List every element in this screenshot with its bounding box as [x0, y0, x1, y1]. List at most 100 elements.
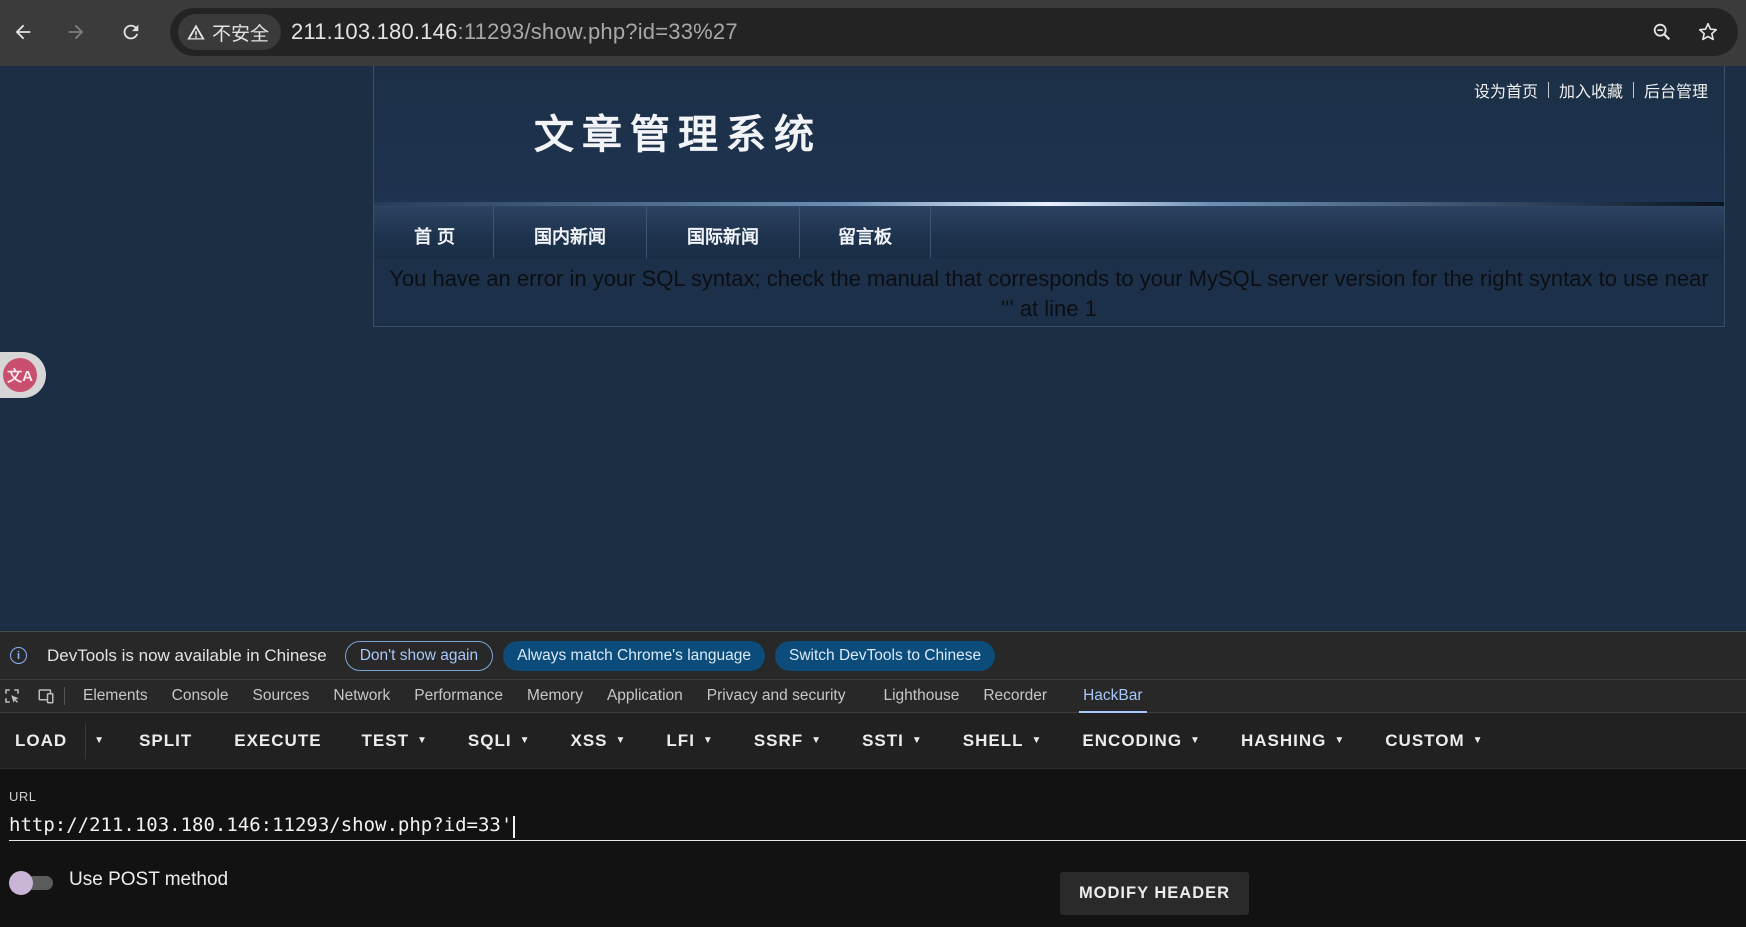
devtools-infobar: i DevTools is now available in Chinese D… — [0, 631, 1746, 679]
always-match-language-button[interactable]: Always match Chrome's language — [503, 640, 765, 671]
tab-performance[interactable]: Performance — [402, 679, 515, 713]
tab-lighthouse[interactable]: Lighthouse — [871, 679, 971, 713]
link-divider — [1547, 82, 1549, 98]
zoom-button[interactable] — [1646, 16, 1678, 48]
tab-memory[interactable]: Memory — [515, 679, 595, 713]
url-path: :11293/show.php?id=33%27 — [457, 19, 738, 44]
translate-icon: 文A — [3, 358, 37, 392]
use-post-label: Use POST method — [69, 869, 229, 890]
caret-down-icon: ▼ — [1472, 735, 1484, 746]
infobar-message: DevTools is now available in Chinese — [47, 645, 327, 665]
menu-label: HASHING — [1240, 730, 1327, 750]
menu-label: SSRF — [753, 730, 804, 750]
url-host: 211.103.180.146 — [291, 19, 458, 44]
site-header: 文章管理系统 设为首页 加入收藏 后台管理 — [374, 66, 1724, 206]
menu-label: TEST — [361, 730, 409, 750]
star-icon — [1698, 22, 1718, 41]
dont-show-again-button[interactable]: Don't show again — [344, 640, 494, 671]
back-button[interactable] — [4, 13, 42, 51]
tab-sources[interactable]: Sources — [241, 679, 322, 713]
encoding-menu-button[interactable]: ENCODING ▼ — [1062, 713, 1221, 769]
caret-down-icon: ▼ — [94, 735, 106, 746]
tab-recorder[interactable]: Recorder — [971, 679, 1059, 713]
tab-network[interactable]: Network — [321, 679, 402, 713]
sql-error-message: You have an error in your SQL syntax; ch… — [389, 266, 1709, 321]
tab-privacy-security[interactable]: Privacy and security — [695, 679, 858, 713]
url-input-value: http://211.103.180.146:11293/show.php?id… — [9, 814, 513, 836]
zoom-icon — [1653, 23, 1671, 41]
load-button[interactable]: LOAD — [0, 722, 87, 759]
caret-down-icon: ▼ — [1190, 735, 1201, 746]
top-links: 设为首页 加入收藏 后台管理 — [1474, 78, 1708, 102]
lfi-menu-button[interactable]: LFI ▼ — [646, 713, 733, 769]
site-container: 文章管理系统 设为首页 加入收藏 后台管理 首 页 国内新闻 国际新闻 留言板 … — [373, 66, 1725, 327]
url-field-label: URL — [9, 789, 37, 804]
menu-label: ENCODING — [1082, 730, 1183, 750]
link-set-homepage[interactable]: 设为首页 — [1474, 78, 1538, 102]
caret-down-icon: ▼ — [911, 735, 923, 746]
menu-label: LFI — [666, 730, 695, 750]
modify-header-button[interactable]: MODIFY HEADER — [1060, 872, 1249, 915]
security-chip[interactable]: 不安全 — [178, 14, 282, 50]
menu-label: SSTI — [862, 730, 904, 750]
warning-icon — [187, 24, 205, 40]
nav-guestbook[interactable]: 留言板 — [800, 206, 932, 258]
hashing-menu-button[interactable]: HASHING ▼ — [1221, 713, 1365, 769]
tab-application[interactable]: Application — [595, 679, 695, 713]
url-input[interactable]: http://211.103.180.146:11293/show.php?id… — [9, 811, 1746, 841]
browser-toolbar: 不安全 211.103.180.146:11293/show.php?id=33… — [0, 0, 1746, 66]
caret-down-icon: ▼ — [811, 735, 823, 746]
caret-down-icon: ▼ — [1334, 735, 1346, 746]
reload-button[interactable] — [112, 13, 150, 51]
caret-down-icon: ▼ — [519, 735, 531, 746]
tab-elements[interactable]: Elements — [71, 679, 160, 713]
info-icon: i — [10, 647, 27, 664]
use-post-toggle[interactable] — [9, 871, 53, 895]
link-add-favorite[interactable]: 加入收藏 — [1559, 78, 1623, 102]
nav-international-news[interactable]: 国际新闻 — [647, 206, 801, 258]
devtools-tabbar: Elements Console Sources Network Perform… — [0, 679, 1746, 713]
split-button[interactable]: SPLIT — [117, 713, 214, 769]
hackbar-body: URL http://211.103.180.146:11293/show.ph… — [0, 769, 1746, 927]
hackbar-toolbar: LOAD ▼ SPLIT EXECUTE TEST ▼ SQLI ▼ XSS ▼ LF… — [0, 713, 1746, 769]
menu-label: SQLI — [467, 730, 512, 750]
toggle-knob — [9, 871, 33, 895]
sqli-menu-button[interactable]: SQLI ▼ — [448, 713, 551, 769]
caret-down-icon: ▼ — [417, 735, 428, 746]
device-toolbar-icon[interactable] — [34, 684, 58, 708]
execute-button[interactable]: EXECUTE — [214, 713, 341, 769]
menu-label: CUSTOM — [1385, 730, 1465, 750]
tab-hackbar[interactable]: HackBar — [1071, 679, 1154, 713]
nav-domestic-news[interactable]: 国内新闻 — [494, 206, 648, 258]
devtools-panel: i DevTools is now available in Chinese D… — [0, 631, 1746, 927]
page-viewport: 文章管理系统 设为首页 加入收藏 后台管理 首 页 国内新闻 国际新闻 留言板 … — [0, 66, 1746, 631]
ssrf-menu-button[interactable]: SSRF ▼ — [734, 713, 842, 769]
tab-console[interactable]: Console — [160, 679, 241, 713]
switch-to-chinese-button[interactable]: Switch DevTools to Chinese — [775, 640, 996, 671]
bookmark-button[interactable] — [1692, 16, 1724, 48]
forward-button[interactable] — [57, 13, 95, 51]
ssti-menu-button[interactable]: SSTI ▼ — [842, 713, 943, 769]
xss-menu-button[interactable]: XSS ▼ — [550, 713, 646, 769]
link-divider — [1632, 82, 1634, 98]
site-nav: 首 页 国内新闻 国际新闻 留言板 — [374, 206, 1724, 258]
menu-label: SHELL — [962, 730, 1024, 750]
security-label: 不安全 — [212, 23, 270, 45]
translate-widget[interactable]: 文A — [0, 352, 46, 398]
custom-menu-button[interactable]: CUSTOM ▼ — [1365, 713, 1503, 769]
back-arrow-icon — [15, 24, 31, 40]
nav-home[interactable]: 首 页 — [374, 206, 495, 258]
caret-down-icon: ▼ — [615, 735, 627, 746]
test-menu-button[interactable]: TEST ▼ — [342, 713, 448, 769]
url-display[interactable]: 211.103.180.146:11293/show.php?id=33%27 — [291, 19, 738, 45]
caret-down-icon: ▼ — [702, 735, 714, 746]
address-bar[interactable]: 不安全 211.103.180.146:11293/show.php?id=33… — [170, 8, 1738, 56]
tabbar-divider — [64, 687, 65, 705]
inspect-element-icon[interactable] — [0, 684, 24, 708]
caret-down-icon: ▼ — [1031, 735, 1043, 746]
shell-menu-button[interactable]: SHELL ▼ — [943, 713, 1063, 769]
text-cursor — [513, 815, 515, 838]
forward-arrow-icon — [68, 24, 84, 40]
link-admin[interactable]: 后台管理 — [1644, 78, 1708, 102]
load-dropdown-button[interactable]: ▼ — [86, 723, 117, 759]
